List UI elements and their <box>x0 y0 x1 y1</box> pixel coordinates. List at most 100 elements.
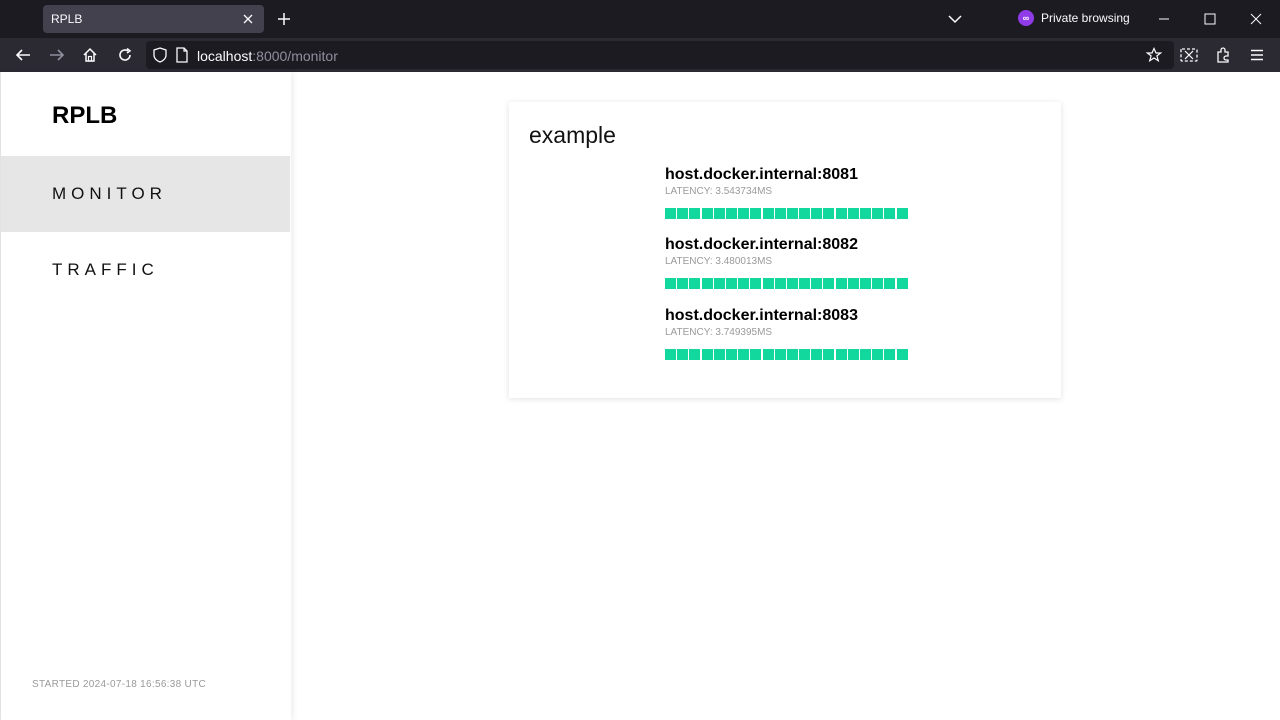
health-check-square <box>860 349 871 360</box>
health-check-bar <box>665 349 925 360</box>
health-check-square <box>823 278 835 289</box>
extensions-icon[interactable] <box>1211 43 1235 67</box>
health-check-square <box>847 349 859 360</box>
minimize-icon[interactable] <box>1154 9 1174 29</box>
host-latency: LATENCY: 3.480013MS <box>665 256 773 267</box>
health-check-square <box>665 349 676 360</box>
health-check-square <box>762 208 774 219</box>
health-check-square <box>738 278 750 289</box>
health-check-square <box>884 278 896 289</box>
health-check-square <box>665 208 676 219</box>
health-check-square <box>750 278 762 289</box>
url-path: :8000/monitor <box>252 48 338 64</box>
health-check-square <box>811 208 823 219</box>
health-check-square <box>786 208 798 219</box>
host-latency: LATENCY: 3.543734MS <box>665 186 773 197</box>
sidebar-item-monitor[interactable]: MONITOR <box>1 156 290 232</box>
menu-icon[interactable] <box>1245 43 1269 67</box>
health-check-square <box>677 278 689 289</box>
health-check-square <box>713 349 725 360</box>
health-check-square <box>774 278 786 289</box>
health-check-bar <box>665 278 925 289</box>
health-check-square <box>835 278 847 289</box>
health-check-square <box>811 349 823 360</box>
health-check-square <box>823 349 835 360</box>
health-check-square <box>860 208 871 219</box>
health-check-square <box>713 208 725 219</box>
forward-arrow-icon[interactable] <box>45 43 69 67</box>
host-latency: LATENCY: 3.749395MS <box>665 327 773 338</box>
screenshot-icon[interactable] <box>1177 43 1201 67</box>
health-check-square <box>860 278 871 289</box>
health-check-square <box>725 208 737 219</box>
maximize-icon[interactable] <box>1200 9 1220 29</box>
health-check-square <box>872 278 884 289</box>
health-check-square <box>762 278 774 289</box>
back-arrow-icon[interactable] <box>11 43 35 67</box>
health-check-square <box>799 278 811 289</box>
close-window-icon[interactable] <box>1246 9 1266 29</box>
health-check-square <box>847 208 859 219</box>
browser-tab[interactable]: RPLB <box>43 5 264 33</box>
health-check-square <box>872 349 884 360</box>
page-viewport: RPLB MONITOR TRAFFIC STARTED 2024-07-18 … <box>0 72 1280 720</box>
sidebar-item-label: TRAFFIC <box>52 260 159 279</box>
health-check-square <box>872 208 884 219</box>
sidebar: RPLB MONITOR TRAFFIC STARTED 2024-07-18 … <box>1 72 291 720</box>
new-tab-icon[interactable] <box>274 9 294 29</box>
health-check-square <box>835 208 847 219</box>
started-timestamp: STARTED 2024-07-18 16:56:38 UTC <box>32 679 207 690</box>
health-check-square <box>750 208 762 219</box>
private-mask-icon: ∞ <box>1018 10 1034 26</box>
health-check-square <box>847 278 859 289</box>
health-check-square <box>677 208 689 219</box>
brand-logo-text: RPLB <box>52 102 118 129</box>
close-tab-icon[interactable] <box>238 9 258 29</box>
health-check-square <box>689 278 701 289</box>
host-name: host.docker.internal:8082 <box>665 236 858 253</box>
navigation-toolbar: localhost:8000/monitor <box>0 38 1280 72</box>
health-check-square <box>774 208 786 219</box>
health-check-square <box>884 208 896 219</box>
health-check-square <box>884 349 896 360</box>
health-check-square <box>701 278 713 289</box>
health-check-square <box>713 278 725 289</box>
address-bar[interactable]: localhost:8000/monitor <box>146 41 1174 69</box>
health-check-square <box>689 349 701 360</box>
host-name: host.docker.internal:8083 <box>665 307 858 324</box>
health-check-square <box>811 278 823 289</box>
service-title: example <box>529 122 616 148</box>
bookmark-star-icon[interactable] <box>1142 43 1166 67</box>
health-check-square <box>725 349 737 360</box>
private-browsing-indicator: ∞ Private browsing <box>1018 10 1130 26</box>
health-check-square <box>896 208 908 219</box>
health-check-bar <box>665 208 925 219</box>
page-info-icon[interactable] <box>175 47 189 68</box>
health-check-square <box>701 208 713 219</box>
tab-title: RPLB <box>51 12 83 26</box>
health-check-square <box>786 278 798 289</box>
private-browsing-label: Private browsing <box>1041 11 1130 25</box>
chevron-down-icon[interactable] <box>945 9 965 29</box>
host-entry: host.docker.internal:8083 LATENCY: 3.749… <box>665 307 925 360</box>
health-check-square <box>799 208 811 219</box>
health-check-square <box>762 349 774 360</box>
health-check-square <box>786 349 798 360</box>
tab-strip: RPLB ∞ Private browsing <box>0 0 1280 38</box>
home-icon[interactable] <box>78 43 102 67</box>
reload-icon[interactable] <box>113 43 137 67</box>
url-text[interactable]: localhost:8000/monitor <box>197 48 338 64</box>
health-check-square <box>750 349 762 360</box>
health-check-square <box>823 208 835 219</box>
health-check-square <box>799 349 811 360</box>
host-name: host.docker.internal:8081 <box>665 166 858 183</box>
shield-icon[interactable] <box>152 47 168 68</box>
health-check-square <box>738 349 750 360</box>
health-check-square <box>677 349 689 360</box>
host-entry: host.docker.internal:8082 LATENCY: 3.480… <box>665 236 925 289</box>
health-check-square <box>896 349 908 360</box>
health-check-square <box>835 349 847 360</box>
health-check-square <box>689 208 701 219</box>
health-check-square <box>701 349 713 360</box>
sidebar-item-traffic[interactable]: TRAFFIC <box>1 232 290 308</box>
